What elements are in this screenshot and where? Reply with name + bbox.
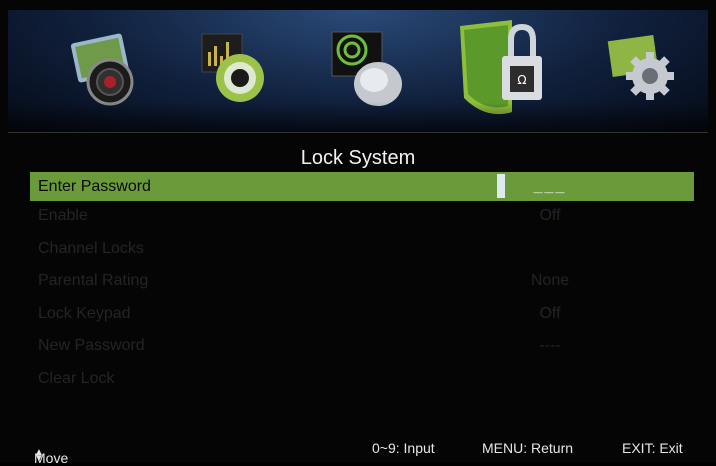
footer-hint-bar: ▲ ▼ Move 0~9: Input MENU: Return EXIT: Exi… (0, 430, 716, 466)
menu-row-enter-password[interactable]: Enter Password ___ (30, 172, 694, 201)
password-input[interactable]: ___ (500, 172, 600, 202)
menu-row-channel-locks[interactable]: Channel Locks (30, 234, 694, 267)
lock-settings-list: Enter Password ___ Enable Off Channel Lo… (30, 172, 694, 396)
row-label: Enable (38, 207, 88, 224)
menu-icon-bar: Ω (8, 10, 708, 133)
row-value: Off (539, 304, 561, 322)
menu-row-parental-rating[interactable]: Parental Rating None (30, 266, 694, 299)
menu-row-lock-keypad[interactable]: Lock Keypad Off (30, 299, 694, 332)
row-label: New Password (38, 337, 145, 354)
icon-bar-shadow (8, 102, 708, 132)
row-value: ---- (539, 337, 561, 354)
menu-row-new-password[interactable]: New Password ---- (30, 331, 694, 364)
move-hint-label: Move (34, 450, 69, 466)
tv-menu-screen: Ω Lock System Enter Password ___ Enable … (0, 0, 716, 466)
row-label: Channel Locks (38, 239, 144, 257)
row-label: Enter Password (38, 178, 151, 195)
exit-hint: EXIT: Exit (622, 440, 683, 456)
row-value: None (530, 272, 570, 289)
page-title: Lock System (300, 147, 416, 169)
row-label: Lock Keypad (38, 304, 131, 322)
input-hint: 0~9: Input (372, 440, 435, 456)
row-label: Parental Rating (38, 272, 149, 289)
row-value: Off (539, 207, 561, 224)
menu-row-clear-lock[interactable]: Clear Lock (30, 364, 694, 397)
menu-return-hint: MENU: Return (482, 440, 574, 456)
row-label: Clear Lock (38, 369, 115, 387)
svg-text:Ω: Ω (517, 73, 526, 87)
menu-row-enable[interactable]: Enable Off (30, 201, 694, 234)
